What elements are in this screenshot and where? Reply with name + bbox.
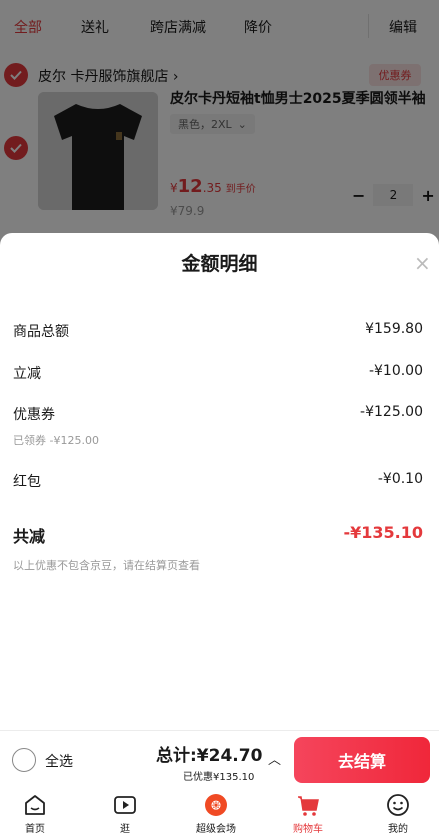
venue-icon: ❂ bbox=[205, 794, 227, 816]
row-red-packet: 红包 -¥0.10 bbox=[13, 471, 423, 490]
nav-browse[interactable]: 逛 bbox=[95, 792, 155, 835]
chevron-up-icon[interactable]: ︿ bbox=[268, 749, 281, 768]
cart-icon bbox=[298, 796, 319, 816]
checkout-button[interactable]: 去结算 bbox=[294, 737, 430, 783]
bottom-tab-bar: 首页 逛 ❂ 超级会场 购物车 我的 bbox=[0, 788, 439, 837]
amount-detail-sheet: 金额明细 × 商品总额 ¥159.80 立减 -¥10.00 优惠券 -¥125.00… bbox=[0, 233, 439, 730]
nav-profile[interactable]: 我的 bbox=[368, 792, 428, 835]
total-amount: 总计:¥24.70 bbox=[156, 746, 263, 766]
sheet-title: 金额明细 bbox=[181, 253, 258, 275]
select-all-radio[interactable] bbox=[12, 748, 36, 772]
svg-text:❂: ❂ bbox=[211, 799, 221, 813]
profile-icon bbox=[387, 794, 409, 816]
discount-note: 以上优惠不包含京豆，请在结算页查看 bbox=[13, 559, 200, 572]
saved-amount: 已优惠¥135.10 bbox=[183, 772, 255, 783]
row-instant-discount: 立减 -¥10.00 bbox=[13, 363, 423, 382]
nav-cart[interactable]: 购物车 bbox=[278, 792, 338, 835]
home-icon bbox=[25, 795, 45, 815]
play-icon bbox=[114, 796, 136, 814]
checkout-bar: 全选 总计:¥24.70 已优惠¥135.10 ︿ 去结算 bbox=[0, 730, 439, 788]
coupon-subtext: 已领券 -¥125.00 bbox=[13, 434, 99, 447]
row-total-discount: 共减 -¥135.10 bbox=[13, 523, 423, 546]
close-icon[interactable]: × bbox=[414, 251, 431, 275]
row-goods-total: 商品总额 ¥159.80 bbox=[13, 321, 423, 340]
nav-venue[interactable]: ❂ 超级会场 bbox=[186, 792, 246, 835]
row-coupon: 优惠券 -¥125.00 bbox=[13, 404, 423, 423]
select-all-label[interactable]: 全选 bbox=[45, 751, 73, 771]
nav-home[interactable]: 首页 bbox=[5, 792, 65, 835]
